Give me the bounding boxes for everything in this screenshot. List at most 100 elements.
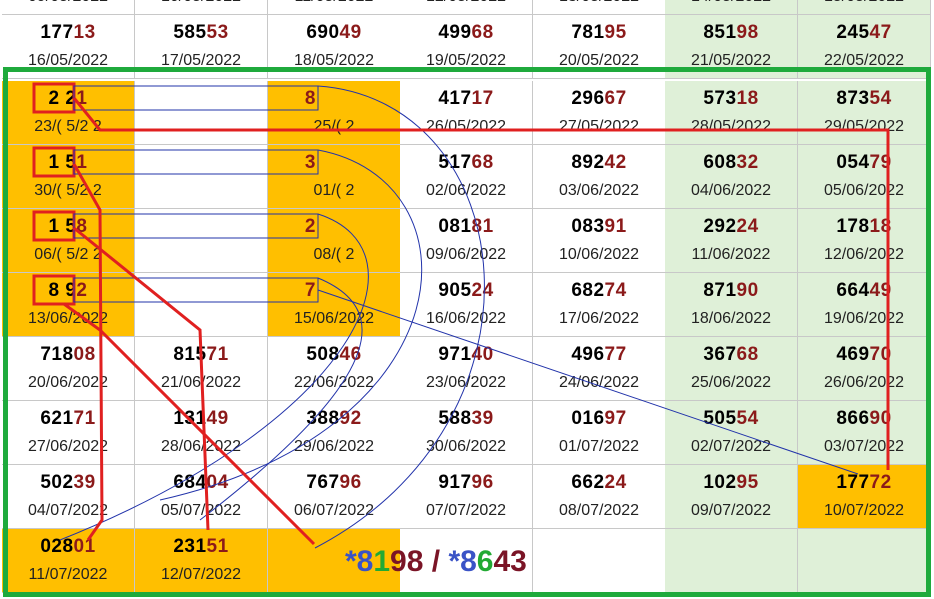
- cell-number-head: 682: [571, 280, 605, 301]
- partial-top-cell: 11/05/2022: [268, 0, 401, 15]
- cell-number-tail: 92: [339, 408, 362, 429]
- cell-date: 29/05/2022: [823, 118, 905, 135]
- cell-number-tail: 01: [73, 536, 96, 557]
- cell-number: 23151: [135, 536, 267, 558]
- cell-number: 78195: [533, 22, 665, 44]
- cell-number-head: 2 2: [48, 88, 77, 109]
- cell-date: 13/05/2022: [533, 0, 665, 6]
- cell-date: 12/06/2022: [823, 246, 905, 263]
- result-cell: 23151 12/07/2022: [135, 529, 268, 593]
- cell-number: 17818: [798, 216, 930, 238]
- cell-number-head: 690: [306, 22, 340, 43]
- cell-number: 91796: [400, 472, 532, 494]
- cell-date: 21/05/2022: [690, 52, 772, 69]
- cell-number-head: 517: [438, 152, 472, 173]
- result-cell: [135, 273, 268, 337]
- cell-number: 02801: [2, 536, 134, 558]
- cell-date: 22/05/2022: [823, 52, 905, 69]
- cell-date: 15/05/2022: [798, 0, 930, 6]
- result-cell: 29224 11/06/2022: [665, 209, 798, 273]
- result-cell: 17713 16/05/2022: [2, 15, 135, 79]
- partial-top-cell: 12/05/2022: [400, 0, 533, 15]
- cell-date: 20/06/2022: [27, 374, 109, 391]
- cell-date: 12/07/2022: [160, 566, 242, 583]
- cell-number: 08181: [400, 216, 532, 238]
- cell-number-tail: 96: [471, 472, 494, 493]
- result-cell: 38892 29/06/2022: [268, 401, 401, 465]
- result-cell: 50554 02/07/2022: [665, 401, 798, 465]
- result-part1-star: *8: [345, 545, 374, 578]
- cell-date: 25/06/2022: [690, 374, 772, 391]
- partial-top-cell: 14/05/2022: [665, 0, 798, 15]
- cell-number-tail: 95: [604, 22, 627, 43]
- cell-number: 62171: [2, 408, 134, 430]
- cell-number-tail: 54: [869, 88, 892, 109]
- result-cell: 41717 26/05/2022: [400, 81, 533, 145]
- cell-number-head: 588: [438, 408, 472, 429]
- cell-number-tail: 70: [869, 344, 892, 365]
- result-part2-star: *8: [448, 545, 477, 578]
- cell-number-head: 815: [173, 344, 207, 365]
- result-part1-tail: 98: [390, 545, 424, 578]
- cell-number: 38892: [268, 408, 400, 430]
- cell-number-head: 231: [173, 536, 207, 557]
- cell-number-head: 508: [306, 344, 340, 365]
- cell-date: 24/06/2022: [558, 374, 640, 391]
- cell-number: 58553: [135, 22, 267, 44]
- cell-number-tail: 18: [869, 216, 892, 237]
- cell-number-tail: 39: [471, 408, 494, 429]
- cell-number-head: 767: [306, 472, 340, 493]
- cell-number: 66224: [533, 472, 665, 494]
- cell-number-tail: 24: [471, 280, 494, 301]
- cell-number: 36768: [665, 344, 797, 366]
- cell-date: 14/05/2022: [665, 0, 797, 6]
- cell-date: 03/07/2022: [823, 438, 905, 455]
- cell-number-tail: 96: [339, 472, 362, 493]
- partial-top-cell: 13/05/2022: [533, 0, 666, 15]
- result-cell: 08181 09/06/2022: [400, 209, 533, 273]
- cell-number-head: 662: [571, 472, 605, 493]
- cell-number-head: 684: [173, 472, 207, 493]
- cell-number-head: 081: [438, 216, 472, 237]
- cell-date: 26/05/2022: [425, 118, 507, 135]
- cell-date: 05/07/2022: [160, 502, 242, 519]
- result-cell: 50239 04/07/2022: [2, 465, 135, 529]
- cell-number-head: 718: [40, 344, 74, 365]
- cell-date: 01/07/2022: [558, 438, 640, 455]
- cell-date: 10/06/2022: [558, 246, 640, 263]
- result-cell: 86690 03/07/2022: [798, 401, 931, 465]
- cell-date: 08/07/2022: [558, 502, 640, 519]
- cell-number: 50239: [2, 472, 134, 494]
- cell-number: 3: [268, 152, 400, 174]
- cell-date: 23/06/2022: [425, 374, 507, 391]
- cell-number-tail: 72: [869, 472, 892, 493]
- result-cell: 91796 07/07/2022: [400, 465, 533, 529]
- cell-number-tail: 98: [736, 22, 759, 43]
- result-cell: 62171 27/06/2022: [2, 401, 135, 465]
- cell-number-tail: 17: [471, 88, 494, 109]
- result-cell: 50846 22/06/2022: [268, 337, 401, 401]
- cell-number-head: 971: [438, 344, 472, 365]
- cell-date: 16/05/2022: [27, 52, 109, 69]
- result-cell: 78195 20/05/2022: [533, 15, 666, 79]
- partial-top-cell: 09/05/2022: [2, 0, 135, 15]
- cell-number: 66449: [798, 280, 930, 302]
- result-cell: [665, 529, 798, 593]
- cell-number-head: 016: [571, 408, 605, 429]
- cell-number-tail: 51: [206, 536, 229, 557]
- cell-date: 23/( 5/2 2: [34, 118, 102, 135]
- result-part2-mid: 6: [476, 545, 494, 578]
- cell-date: 09/07/2022: [690, 502, 772, 519]
- cell-number-tail: 79: [869, 152, 892, 173]
- cell-number-tail: 2: [76, 280, 88, 301]
- cell-number: 68404: [135, 472, 267, 494]
- cell-number-tail: 2: [304, 216, 316, 237]
- cell-number-head: 054: [836, 152, 870, 173]
- result-cell: 29667 27/05/2022: [533, 81, 666, 145]
- result-cell: 3 01/( 2: [268, 145, 401, 209]
- cell-number-tail: 3: [304, 152, 316, 173]
- cell-date: 26/06/2022: [823, 374, 905, 391]
- cell-number-tail: 1: [76, 152, 88, 173]
- result-cell: 8 25/( 2: [268, 81, 401, 145]
- cell-number: 2: [268, 216, 400, 238]
